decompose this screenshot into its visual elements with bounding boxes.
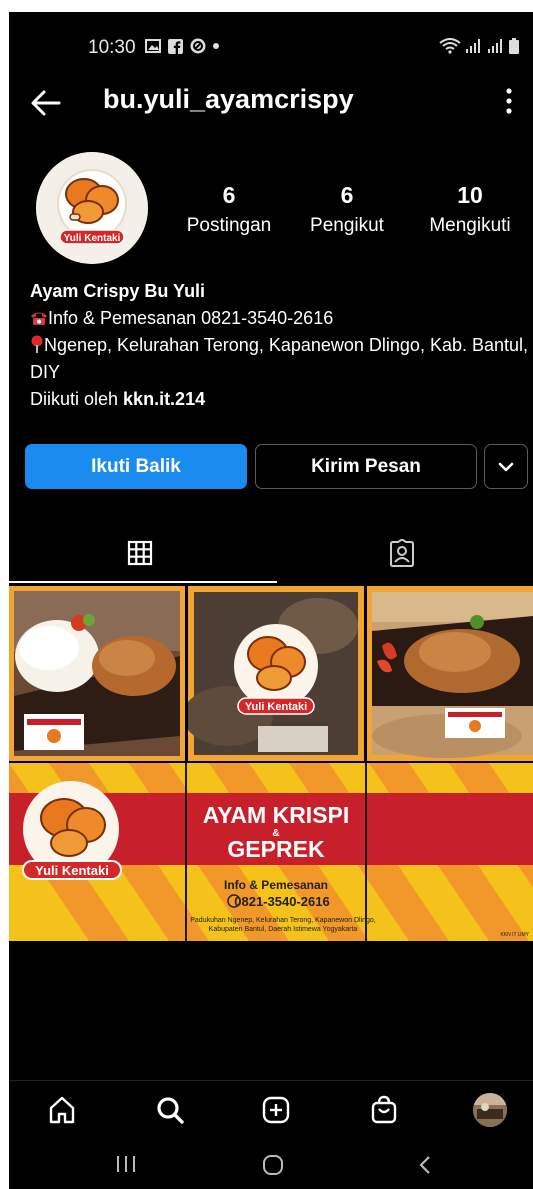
status-notification-icons	[145, 38, 219, 54]
pin-icon	[31, 335, 43, 353]
post-image-logo: Yuli Kentaki	[188, 586, 364, 761]
profile-thumb-image	[473, 1093, 507, 1127]
blocked-icon	[190, 38, 206, 54]
shop-bag-icon[interactable]	[369, 1095, 399, 1125]
post-tile-1[interactable]	[9, 586, 185, 761]
recent-apps-icon[interactable]	[115, 1154, 137, 1174]
stat-following-value: 10	[457, 182, 483, 208]
active-tab-indicator	[9, 581, 277, 583]
avatar-logo-text: Yuli Kentaki	[64, 233, 121, 244]
status-time: 10:30	[88, 37, 136, 58]
add-post-icon[interactable]	[261, 1095, 291, 1125]
stat-posts[interactable]: 6 Postingan	[179, 182, 279, 237]
profile-bio: Ayam Crispy Bu Yuli Info & Pemesanan 082…	[30, 278, 530, 413]
profile-username: bu.yuli_ayamcrispy	[103, 84, 354, 114]
profile-avatar[interactable]: Yuli Kentaki	[36, 152, 148, 264]
system-back-icon[interactable]	[417, 1154, 433, 1176]
phone-screen: 10:30 bu.yuli_ayamcrispy Yuli Kentaki 6 …	[9, 12, 533, 1189]
gallery-icon	[145, 39, 161, 53]
stat-followers[interactable]: 6 Pengikut	[301, 182, 393, 237]
search-icon[interactable]	[155, 1095, 185, 1125]
banner-info-label: Info & Pemesanan	[224, 878, 328, 892]
signal-icon	[466, 39, 480, 53]
post-tile-2[interactable]: Yuli Kentaki	[188, 586, 364, 761]
stat-posts-label: Postingan	[186, 215, 272, 236]
tab-tagged[interactable]	[271, 522, 533, 584]
home-button-icon[interactable]	[262, 1154, 284, 1176]
stat-following[interactable]: 10 Mengikuti	[415, 182, 525, 237]
banner-headline-1: AYAM KRISPI	[203, 802, 350, 828]
post-banner-row[interactable]: Yuli Kentaki AYAM KRISPI & GEPREK Info &…	[9, 763, 533, 941]
followed-by-prefix: Diikuti oleh	[30, 389, 124, 409]
stat-posts-value: 6	[222, 182, 236, 208]
post-image-chicken-plate	[367, 586, 533, 761]
dot-icon	[213, 43, 219, 49]
banner-credit: KKN IT UMY	[500, 932, 529, 938]
chicken-logo-icon: Yuli Kentaki	[36, 152, 148, 264]
posts-grid: Yuli Kentaki Yuli Kentaki AYAM KRISPI & …	[9, 586, 533, 942]
system-nav-bar	[9, 1140, 533, 1189]
stat-followers-value: 6	[340, 182, 354, 208]
signal-icon-2	[488, 39, 502, 53]
follow-back-button[interactable]: Ikuti Balik	[25, 444, 247, 489]
bio-phone-line: Info & Pemesanan 0821-3540-2616	[30, 305, 530, 332]
banner-phone: 0821-3540-2616	[234, 894, 329, 909]
post-image-rice-chicken	[9, 586, 185, 761]
send-message-button[interactable]: Kirim Pesan	[255, 444, 477, 489]
telephone-icon	[31, 312, 47, 325]
promo-banner: Yuli Kentaki AYAM KRISPI & GEPREK Info &…	[9, 763, 533, 941]
bio-address-line: Ngenep, Kelurahan Terong, Kapanewon Dlin…	[30, 332, 530, 386]
status-bar: 10:30	[9, 12, 533, 78]
banner-headline-2: GEPREK	[227, 836, 325, 862]
tab-posts-grid[interactable]	[9, 522, 271, 584]
banner-address-2: Kabupaten Bantul, Daerah Istimewa Yogyak…	[209, 926, 358, 933]
profile-tab-avatar[interactable]	[473, 1093, 507, 1127]
grid-icon	[127, 540, 153, 566]
home-icon[interactable]	[47, 1095, 77, 1125]
bio-address-text: Ngenep, Kelurahan Terong, Kapanewon Dlin…	[30, 335, 529, 382]
post-tile-3[interactable]	[367, 586, 533, 761]
facebook-icon	[168, 38, 183, 54]
battery-icon	[509, 38, 519, 54]
bio-phone-text: Info & Pemesanan 0821-3540-2616	[48, 308, 334, 328]
chevron-down-icon	[498, 462, 514, 471]
profile-display-name: Ayam Crispy Bu Yuli	[30, 281, 206, 301]
more-options-icon[interactable]	[503, 86, 515, 116]
stat-followers-label: Pengikut	[310, 215, 384, 236]
status-system-icons	[439, 38, 519, 54]
stat-following-label: Mengikuti	[429, 215, 511, 236]
banner-address-1: Padukuhan Ngenep, Kelurahan Terong, Kapa…	[190, 917, 376, 924]
wifi-icon	[439, 38, 461, 54]
bottom-nav	[9, 1080, 533, 1138]
suggested-dropdown-button[interactable]	[484, 444, 528, 489]
banner-logo-text: Yuli Kentaki	[35, 863, 109, 878]
followed-by-line[interactable]: Diikuti oleh kkn.it.214	[30, 386, 530, 413]
post-logo-text: Yuli Kentaki	[245, 701, 307, 713]
followed-by-user[interactable]: kkn.it.214	[123, 389, 205, 409]
back-arrow-icon[interactable]	[29, 86, 63, 120]
tagged-person-icon	[390, 539, 414, 567]
